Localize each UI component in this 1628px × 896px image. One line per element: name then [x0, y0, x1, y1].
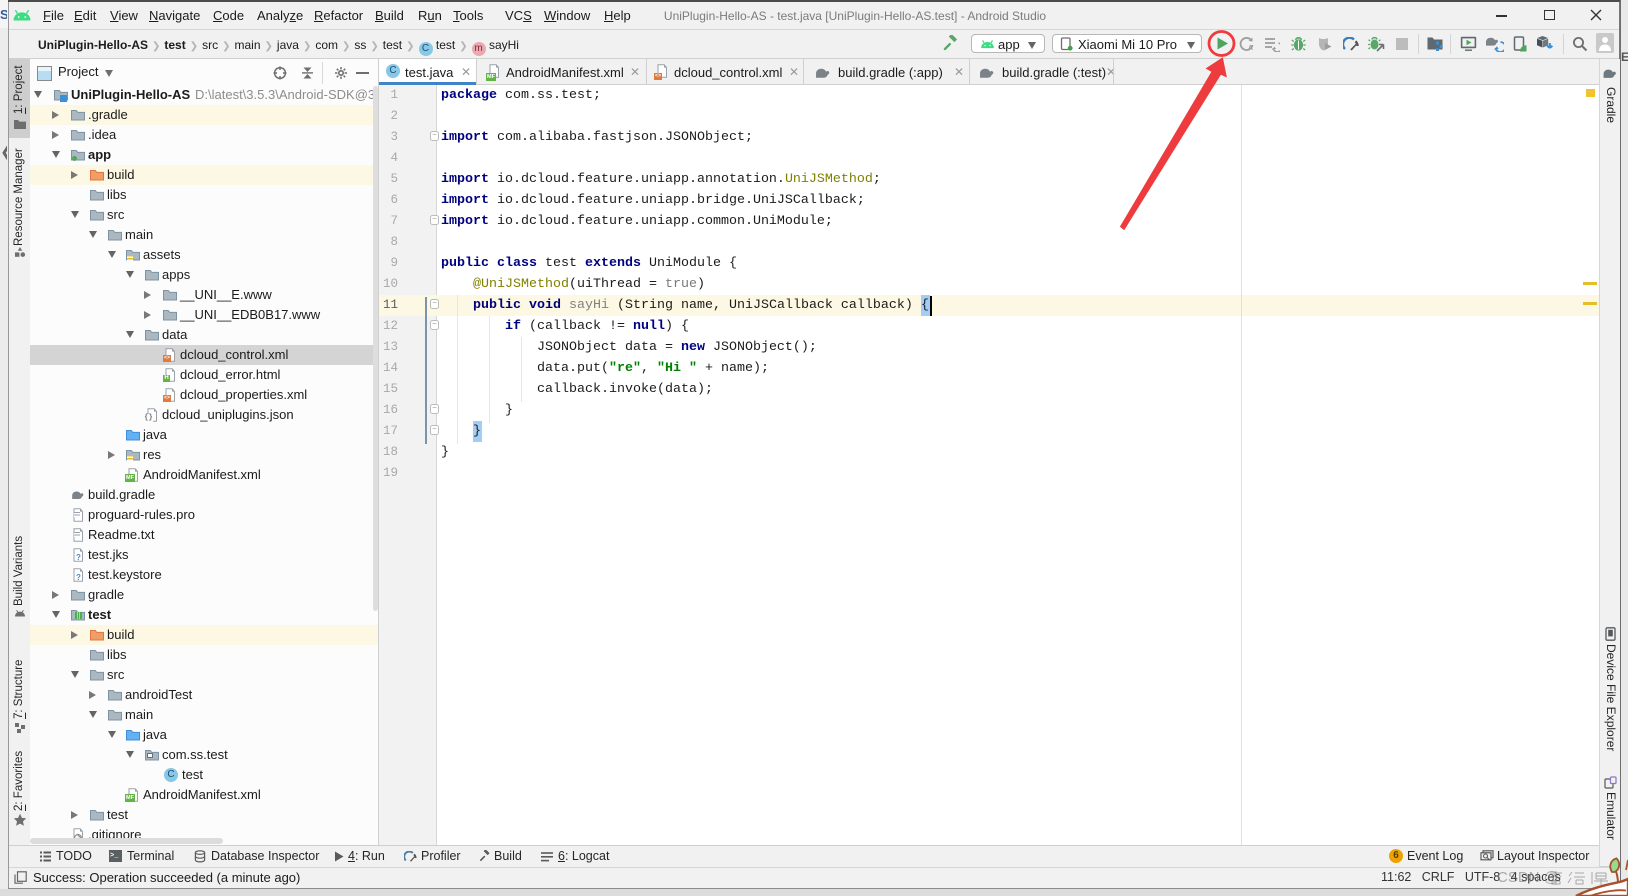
svg-text:A: A — [1248, 45, 1253, 52]
